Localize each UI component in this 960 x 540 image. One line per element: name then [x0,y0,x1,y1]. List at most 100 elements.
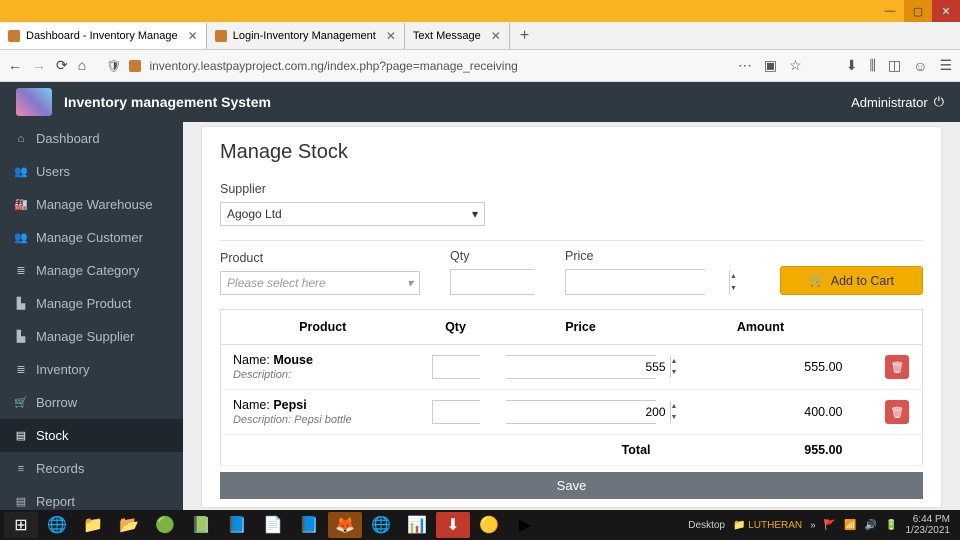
total-row: Total 955.00 [221,435,923,466]
supplier-label: Supplier [220,182,923,196]
sidebar-item-category[interactable]: ≣Manage Category [0,254,183,287]
window-close-button[interactable]: ✕ [932,0,960,22]
sidebar-item-stock[interactable]: ▤ Stock [0,419,183,452]
taskbar-app-chrome[interactable]: 🌐 [364,512,398,538]
taskbar-app[interactable]: 🟡 [472,512,506,538]
row-price-field[interactable] [507,356,670,378]
tab-text-message[interactable]: Text Message ✕ [405,23,510,49]
new-tab-button[interactable]: + [510,27,539,45]
price-label: Price [565,249,735,263]
home-button[interactable]: ⌂ [78,57,86,74]
tray-volume-icon[interactable]: 🔊 [865,520,877,531]
star-icon[interactable]: ☆ [789,57,802,74]
browser-toolbar: ← → ⟳ ⌂ 🛡 inventory.leastpayproject.com.… [0,50,960,82]
customers-icon: 👥 [14,231,28,244]
sidebar-item-users[interactable]: 👥Users [0,155,183,188]
shield-icon: 🛡 [106,59,121,73]
sidebar-item-borrow[interactable]: 🛒Borrow [0,386,183,419]
tray-network-icon[interactable]: 📶 [844,520,856,531]
more-icon[interactable]: ⋯ [738,57,752,74]
taskbar-app-ie[interactable]: 🌐 [40,512,74,538]
taskbar-app-media[interactable]: ▶ [508,512,542,538]
spinner-down-icon[interactable]: ▼ [671,412,678,423]
browser-tabs: Dashboard - Inventory Manage ✕ Login-Inv… [0,22,960,50]
tab-login[interactable]: Login-Inventory Management ✕ [207,23,405,49]
tab-label: Dashboard - Inventory Manage [26,30,178,42]
taskbar-app[interactable]: 📄 [256,512,290,538]
sidebar-item-dashboard[interactable]: ⌂Dashboard [0,122,183,155]
supplier-select[interactable]: Agogo Ltd ▾ [220,202,485,226]
power-icon: ⏻ [934,94,944,110]
taskbar-app[interactable]: 📘 [220,512,254,538]
back-button[interactable]: ← [8,57,22,74]
window-maximize-button[interactable]: ▢ [904,0,932,22]
sidebar-item-product[interactable]: ▙Manage Product [0,287,183,320]
spinner-up-icon[interactable]: ▲ [671,356,678,367]
sidebar-item-label: Stock [36,428,69,443]
table-row: Name: Mouse Description: ▲▼ ▲▼ 555.00 🗑 [221,345,923,390]
row-price-input[interactable]: ▲▼ [506,355,656,379]
qty-label: Qty [450,249,565,263]
taskbar-app-firefox[interactable]: 🦊 [328,512,362,538]
table-row: Name: Pepsi Description: Pepsi bottle ▲▼… [221,390,923,435]
sidebar-item-customer[interactable]: 👥Manage Customer [0,221,183,254]
taskbar-app-explorer[interactable]: 📁 [76,512,110,538]
row-price-field[interactable] [507,401,670,423]
download-icon[interactable]: ⬇ [846,57,858,74]
sidebar-icon[interactable]: ◫ [888,57,901,74]
close-icon[interactable]: ✕ [188,29,198,43]
trash-icon: 🗑 [890,406,904,419]
taskbar-running-app[interactable]: LUTHERAN [748,520,802,531]
row-qty-input[interactable]: ▲▼ [432,355,480,379]
price-input[interactable]: ▲▼ [565,269,705,295]
sidebar-item-label: Manage Category [36,263,139,278]
spinner-up-icon[interactable]: ▲ [671,401,678,412]
sidebar-item-warehouse[interactable]: 🏭Manage Warehouse [0,188,183,221]
account-icon[interactable]: ☺ [913,58,927,74]
tray-battery-icon[interactable]: 🔋 [885,520,897,531]
taskbar-app-excel[interactable]: 📗 [184,512,218,538]
user-menu[interactable]: Administrator ⏻ [851,94,944,110]
taskbar-app[interactable]: ⬇ [436,512,470,538]
tray-chevron-icon[interactable]: » [810,520,816,531]
taskbar-app-folder[interactable]: 📂 [112,512,146,538]
delete-button[interactable]: 🗑 [885,400,909,424]
stock-icon: ▤ [14,429,28,442]
taskbar-clock[interactable]: 6:44 PM 1/23/2021 [906,514,957,536]
row-desc-label: Description: [233,414,291,426]
total-label: Total [491,435,671,466]
delete-button[interactable]: 🗑 [885,355,909,379]
tray-icon[interactable]: 🚩 [824,520,836,531]
menu-icon[interactable]: ☰ [939,57,952,74]
sidebar-item-label: Records [36,461,84,476]
reload-button[interactable]: ⟳ [56,57,68,74]
taskbar-app[interactable]: 🟢 [148,512,182,538]
spinner-down-icon[interactable]: ▼ [671,367,678,378]
window-minimize-button[interactable]: — [876,0,904,22]
address-bar[interactable]: 🛡 inventory.leastpayproject.com.ng/index… [98,59,726,73]
tab-dashboard[interactable]: Dashboard - Inventory Manage ✕ [0,23,207,49]
product-placeholder: Please select here [227,276,326,290]
close-icon[interactable]: ✕ [386,29,396,43]
row-price-input[interactable]: ▲▼ [506,400,656,424]
favicon-icon [215,30,227,42]
taskbar-app[interactable]: 📊 [400,512,434,538]
library-icon[interactable]: ⫼ [869,57,875,74]
close-icon[interactable]: ✕ [491,29,501,43]
reader-icon[interactable]: ▣ [764,57,777,74]
sidebar-item-inventory[interactable]: ≣Inventory [0,353,183,386]
sidebar-item-records[interactable]: ≡Records [0,452,183,485]
taskbar-app-word[interactable]: 📘 [292,512,326,538]
sidebar-item-supplier[interactable]: ▙Manage Supplier [0,320,183,353]
product-select[interactable]: Please select here ▾ [220,271,420,295]
qty-input[interactable]: ▲▼ [450,269,535,295]
forward-button[interactable]: → [32,57,46,74]
row-qty-input[interactable]: ▲▼ [432,400,480,424]
sidebar-item-label: Report [36,494,75,509]
add-to-cart-button[interactable]: 🛒 Add to Cart [780,266,923,295]
save-button[interactable]: Save [220,472,923,499]
row-name: Pepsi [273,398,306,412]
start-button[interactable]: ⊞ [4,512,38,538]
price-field[interactable] [566,270,729,294]
taskbar-desktop-label[interactable]: Desktop [688,520,725,531]
